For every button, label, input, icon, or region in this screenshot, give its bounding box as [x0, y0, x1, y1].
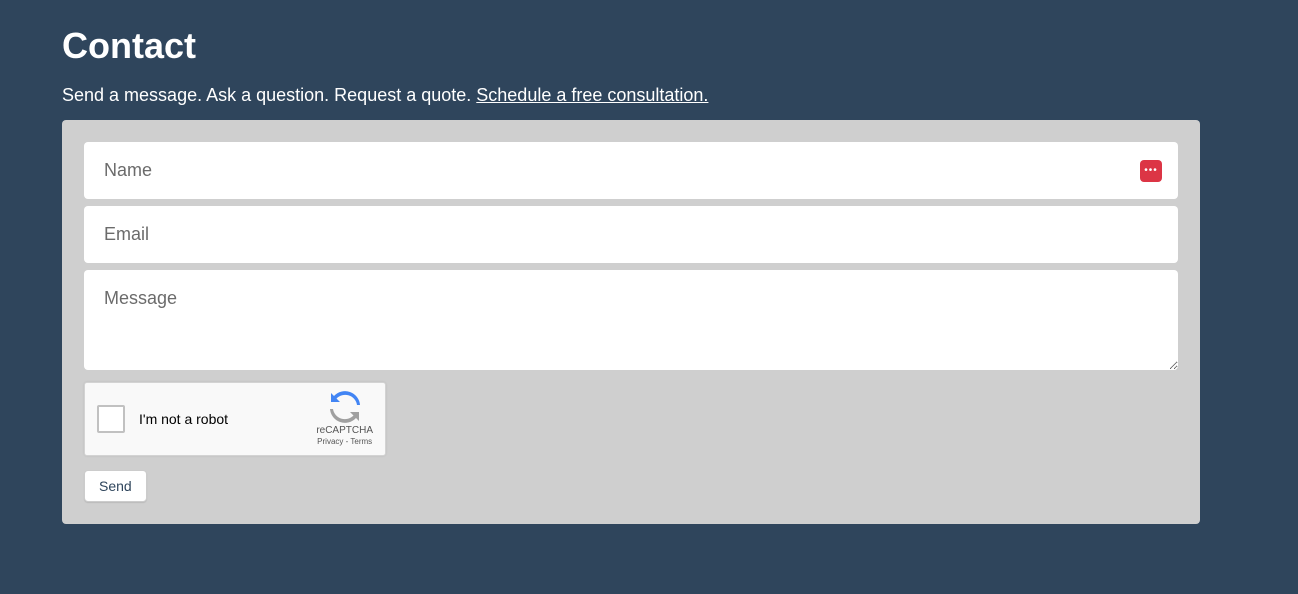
intro-prefix: Send a message. Ask a question. Request …	[62, 85, 476, 105]
email-field-wrapper	[84, 206, 1178, 263]
dots-icon: •••	[1144, 166, 1158, 176]
name-input[interactable]	[84, 142, 1178, 199]
schedule-consultation-link[interactable]: Schedule a free consultation.	[476, 85, 708, 105]
send-button[interactable]: Send	[84, 470, 147, 502]
recaptcha-widget: I'm not a robot reCAPTCHA Privacy - Term…	[84, 382, 386, 456]
recaptcha-icon	[329, 391, 361, 423]
recaptcha-label: I'm not a robot	[139, 411, 316, 427]
intro-text: Send a message. Ask a question. Request …	[62, 85, 1236, 106]
email-input[interactable]	[84, 206, 1178, 263]
message-input[interactable]	[84, 270, 1178, 370]
name-field-wrapper: •••	[84, 142, 1178, 199]
recaptcha-links[interactable]: Privacy - Terms	[317, 437, 372, 447]
autofill-icon[interactable]: •••	[1140, 160, 1162, 182]
recaptcha-checkbox[interactable]	[97, 405, 125, 433]
contact-form: ••• I'm not a robot reCAPTCHA Privacy - …	[62, 120, 1200, 524]
recaptcha-brand-text: reCAPTCHA	[316, 425, 373, 437]
page-title: Contact	[62, 25, 1236, 67]
message-field-wrapper	[84, 270, 1178, 375]
recaptcha-branding: reCAPTCHA Privacy - Terms	[316, 391, 373, 447]
